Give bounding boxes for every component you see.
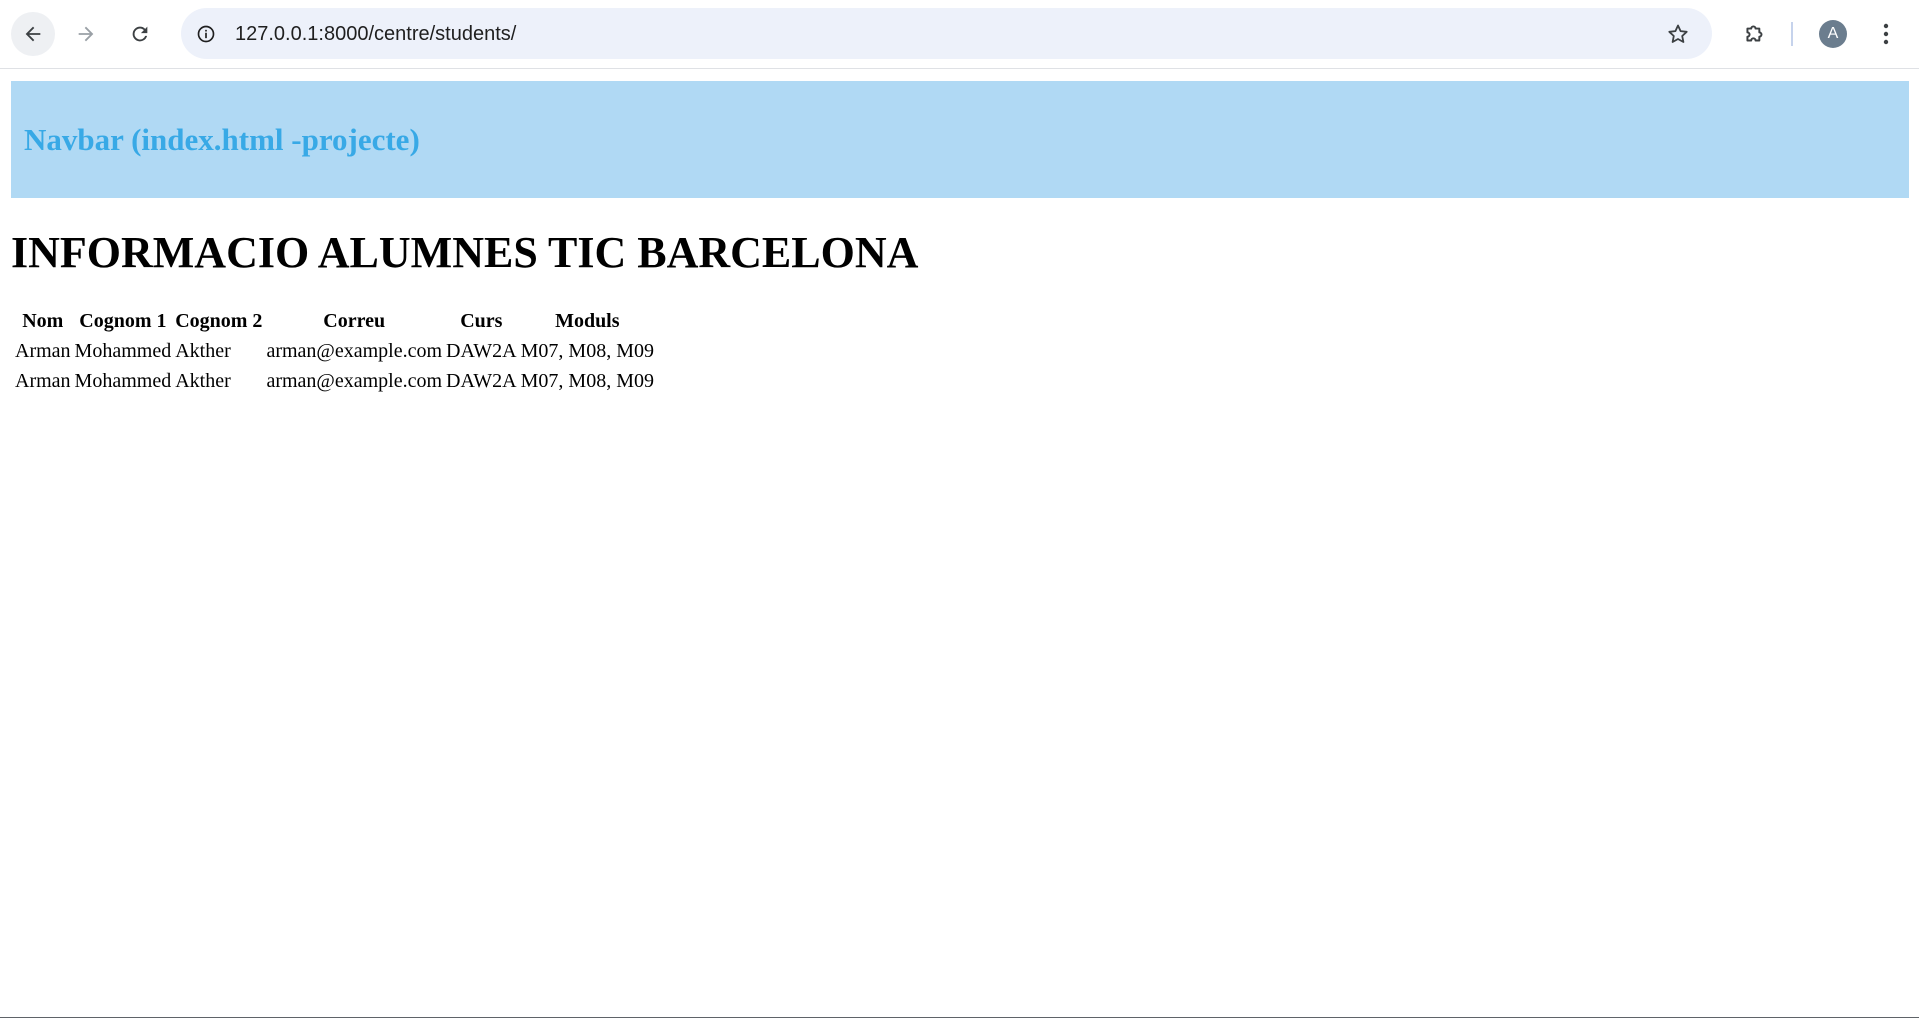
- address-bar[interactable]: 127.0.0.1:8000/centre/students/: [181, 8, 1712, 59]
- cell-moduls: M07, M08, M09: [520, 370, 654, 392]
- puzzle-icon: [1746, 25, 1763, 42]
- star-icon: [1668, 24, 1688, 43]
- navbar: Navbar (index.html -projecte): [11, 81, 1909, 198]
- kebab-menu-icon: [1883, 23, 1889, 45]
- navbar-title: Navbar (index.html -projecte): [24, 121, 420, 157]
- page-content: Navbar (index.html -projecte) INFORMACIO…: [0, 69, 1919, 1018]
- browser-menu-button[interactable]: [1874, 18, 1898, 50]
- cell-curs: DAW2A: [446, 370, 517, 392]
- forward-button[interactable]: [64, 12, 108, 56]
- table-row: Arman Mohammed Akther arman@example.com …: [15, 367, 654, 395]
- cell-correu: arman@example.com: [266, 340, 443, 362]
- cell-cognom-1: Mohammed: [74, 370, 172, 392]
- column-header-nom: Nom: [22, 310, 64, 332]
- table-header-row: Nom Cognom 1 Cognom 2 Correu Curs Moduls: [15, 307, 654, 335]
- cell-nom: Arman: [15, 340, 71, 362]
- cell-cognom-2: Akther: [175, 370, 231, 392]
- students-table: Nom Cognom 1 Cognom 2 Correu Curs Moduls…: [11, 305, 658, 397]
- reload-icon: [132, 26, 148, 42]
- column-header-moduls: Moduls: [555, 310, 620, 332]
- table-row: Arman Mohammed Akther arman@example.com …: [15, 337, 654, 365]
- cell-cognom-2: Akther: [175, 340, 231, 362]
- column-header-cognom-1: Cognom 1: [79, 310, 167, 332]
- cell-cognom-1: Mohammed: [74, 340, 172, 362]
- url-text[interactable]: 127.0.0.1:8000/centre/students/: [235, 21, 516, 47]
- column-header-curs: Curs: [460, 310, 503, 332]
- profile-avatar[interactable]: A: [1819, 20, 1847, 48]
- arrow-right-icon: [78, 26, 94, 42]
- back-button[interactable]: [11, 12, 55, 56]
- arrow-left-icon: [25, 26, 41, 42]
- cell-moduls: M07, M08, M09: [520, 340, 654, 362]
- cell-curs: DAW2A: [446, 340, 517, 362]
- cell-correu: arman@example.com: [266, 370, 443, 392]
- cell-nom: Arman: [15, 370, 71, 392]
- column-header-cognom-2: Cognom 2: [175, 310, 263, 332]
- extensions-button[interactable]: [1738, 17, 1772, 51]
- info-icon: [197, 25, 215, 43]
- column-header-correu: Correu: [323, 310, 386, 332]
- site-info-button[interactable]: [193, 21, 219, 47]
- reload-button[interactable]: [118, 12, 162, 56]
- toolbar-divider: [1791, 22, 1793, 46]
- page-title: INFORMACIO ALUMNES TIC BARCELONA: [11, 228, 919, 277]
- browser-toolbar: 127.0.0.1:8000/centre/students/ A: [0, 0, 1919, 69]
- bookmark-button[interactable]: [1664, 20, 1692, 48]
